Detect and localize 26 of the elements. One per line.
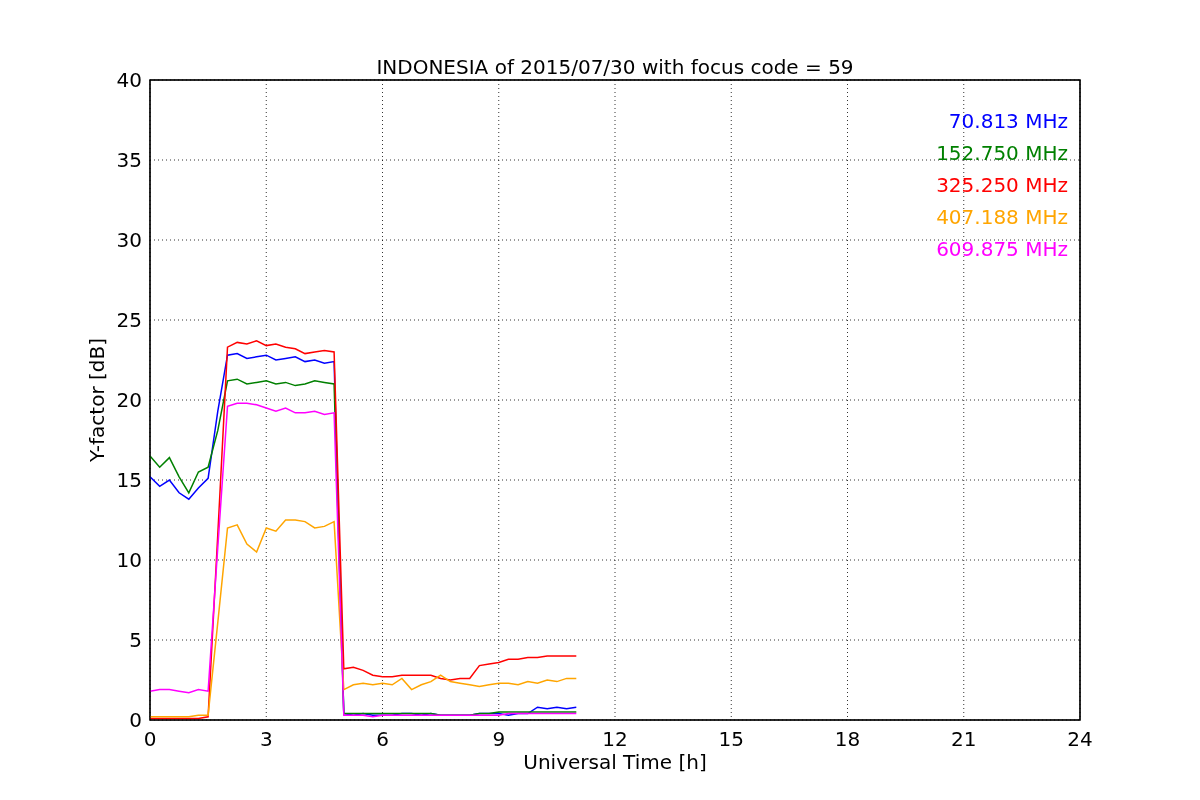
y-tick-label: 5 [129,628,142,652]
x-tick-label: 3 [259,727,273,751]
legend-label: 70.813 MHz [948,109,1068,133]
x-tick-label: 24 [1067,727,1093,751]
x-tick-label: 9 [492,727,506,751]
legend-label: 407.188 MHz [936,205,1068,229]
x-axis-title: Universal Time [h] [523,750,707,774]
y-axis-title: Y-factor [dB] [85,338,109,462]
x-tick-label: 6 [376,727,389,751]
y-tick-label: 40 [116,68,142,92]
x-tick-label: 21 [951,727,977,751]
x-tick-label: 0 [143,727,157,751]
legend-label: 325.250 MHz [936,173,1068,197]
legend-label: 152.750 MHz [936,141,1068,165]
x-tick-label: 12 [602,727,628,751]
y-tick-label: 35 [116,148,142,172]
y-tick-label: 30 [116,228,142,252]
x-tick-label: 18 [834,727,861,751]
y-tick-label: 10 [116,548,142,572]
y-tick-label: 15 [116,468,142,492]
y-tick-label: 20 [116,388,142,412]
y-tick-label: 25 [116,308,142,332]
x-tick-label: 15 [718,727,744,751]
chart-title: INDONESIA of 2015/07/30 with focus code = 59 [376,55,854,79]
legend-label: 609.875 MHz [936,237,1068,261]
y-tick-label: 0 [129,708,142,732]
